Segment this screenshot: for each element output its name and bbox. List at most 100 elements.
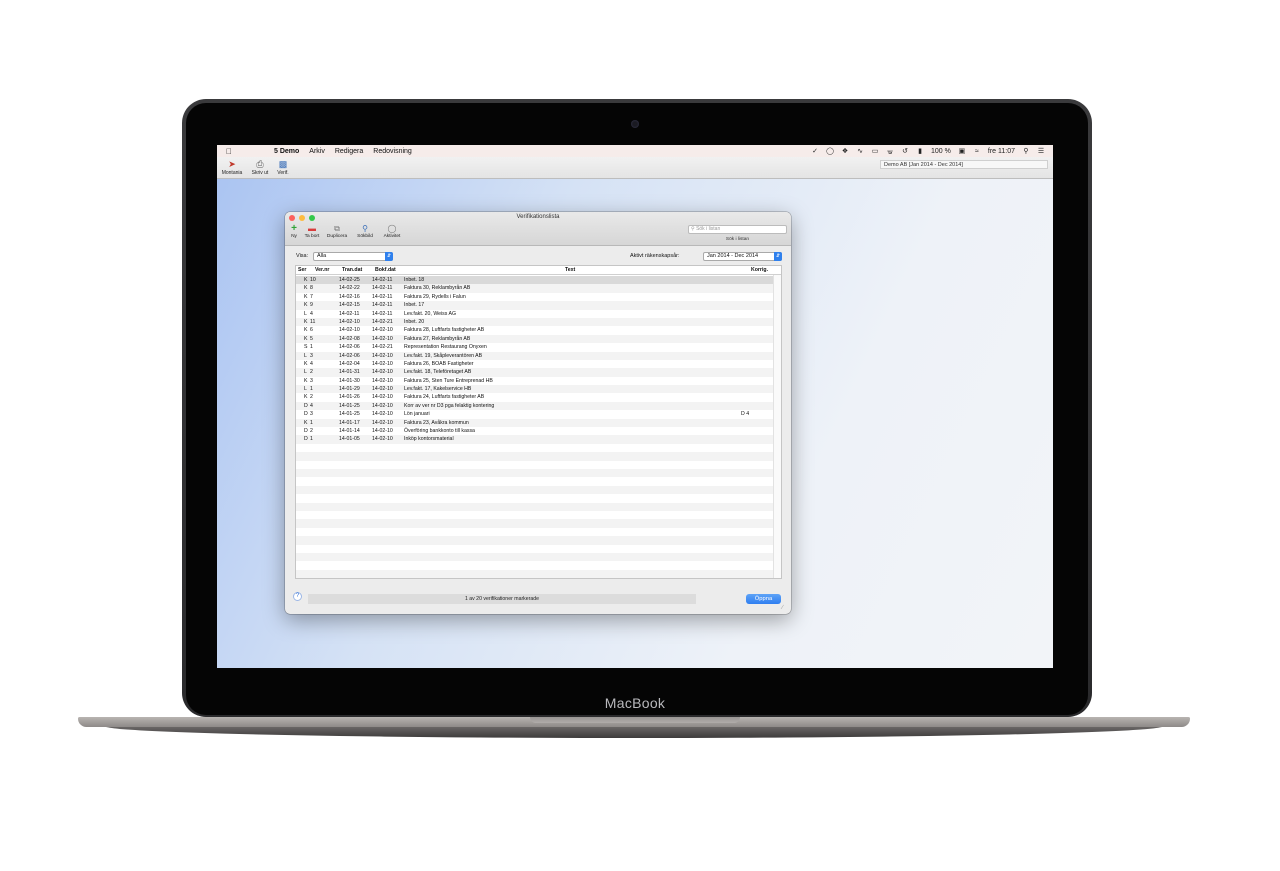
menu-app-name[interactable]: 5 Demo bbox=[274, 148, 299, 155]
cell-bokfdat: 14-02-21 bbox=[372, 344, 393, 351]
table-row[interactable]: S 1 14-02-06 14-02-21 Representation Restaur… bbox=[296, 343, 774, 351]
cell-vernr: 4 bbox=[310, 402, 313, 409]
empty-row bbox=[296, 477, 774, 485]
duplicate-label: Duplicera bbox=[326, 234, 348, 239]
montania-icon: ➤ bbox=[228, 159, 236, 169]
delete-button[interactable]: ▬ Ta bort bbox=[302, 224, 322, 239]
empty-row bbox=[296, 519, 774, 528]
table-row[interactable]: L 2 14-01-31 14-02-10 Lev.fakt. 18, Teleföre… bbox=[296, 368, 774, 377]
search-input[interactable]: ⚲ Sök i listan bbox=[688, 225, 787, 234]
menu-arkiv[interactable]: Arkiv bbox=[309, 148, 325, 155]
table-row[interactable]: L 1 14-01-29 14-02-10 Lev.fakt. 17, Kakelser… bbox=[296, 385, 774, 394]
new-button[interactable]: + Ny bbox=[288, 224, 300, 240]
check-circle-icon[interactable]: ✓ bbox=[811, 147, 819, 155]
open-button[interactable]: Öppna bbox=[746, 594, 781, 604]
table-row[interactable]: K 8 14-02-22 14-02-11 Faktura 30, Reklambyrå… bbox=[296, 284, 774, 293]
verif-label: Verif. bbox=[277, 170, 289, 176]
cell-trandat: 14-02-06 bbox=[339, 344, 360, 351]
lock-icon[interactable]: ◯ bbox=[826, 147, 834, 155]
cell-trandat: 14-01-26 bbox=[339, 394, 360, 401]
cell-bokfdat: 14-02-11 bbox=[372, 285, 393, 292]
table-row[interactable]: D 1 14-01-05 14-02-10 Inköp kontorsmaterial bbox=[296, 435, 774, 444]
duplicate-button[interactable]: ⧉ Duplicera bbox=[324, 224, 350, 239]
search-placeholder: Sök i listan bbox=[696, 226, 721, 232]
cell-trandat: 14-02-10 bbox=[339, 327, 360, 334]
activity-magnifier-icon: ◯ bbox=[387, 224, 397, 233]
table-row[interactable]: K 11 14-02-10 14-02-21 Inbet. 20 bbox=[296, 317, 774, 327]
print-button[interactable]: ⎙ Skriv ut bbox=[250, 159, 270, 176]
cell-bokfdat: 14-02-21 bbox=[372, 318, 393, 325]
col-ser[interactable]: Ser bbox=[298, 267, 306, 273]
vertical-scrollbar[interactable] bbox=[773, 275, 781, 578]
empty-row bbox=[296, 502, 774, 511]
cell-vernr: 3 bbox=[310, 352, 313, 359]
table-row[interactable]: K 3 14-01-30 14-02-10 Faktura 25, Sten Ture … bbox=[296, 377, 774, 385]
col-trandat[interactable]: Tran.dat bbox=[342, 267, 362, 273]
fiscal-year-value: Jan 2014 - Dec 2014 bbox=[707, 253, 759, 259]
table-row[interactable]: D 4 14-01-25 14-02-10 Korr av ver nr D3 pga … bbox=[296, 401, 774, 411]
cell-vernr: 2 bbox=[310, 369, 313, 376]
dropbox-icon[interactable]: ❖ bbox=[841, 147, 849, 155]
bluetooth-icon[interactable]: ᚗ bbox=[886, 147, 894, 155]
cell-bokfdat: 14-02-11 bbox=[372, 302, 393, 309]
clock[interactable]: fre 11:07 bbox=[988, 148, 1015, 155]
fiscal-year-select[interactable]: Jan 2014 - Dec 2014 ⇵ bbox=[703, 252, 782, 261]
printer-icon: ⎙ bbox=[256, 159, 264, 169]
help-icon[interactable]: ? bbox=[293, 592, 302, 601]
search-view-button[interactable]: ⚲ Sökbild bbox=[354, 224, 376, 239]
minus-icon: ▬ bbox=[308, 224, 316, 233]
montania-button[interactable]: ➤ Montania bbox=[221, 159, 243, 176]
table-row[interactable]: K 6 14-02-10 14-02-10 Faktura 28, Luftfarts … bbox=[296, 326, 774, 334]
table-row[interactable]: K 10 14-02-25 14-02-11 Inbet. 18 bbox=[296, 276, 774, 285]
verif-button[interactable]: ▩ Verif. bbox=[275, 159, 291, 176]
empty-row bbox=[296, 468, 774, 478]
table-row[interactable]: D 2 14-01-14 14-02-10 Överföring bankkonto t… bbox=[296, 427, 774, 435]
battery-percent[interactable]: 100 % bbox=[931, 148, 951, 155]
table-row[interactable]: K 2 14-01-26 14-02-10 Faktura 24, Luftfarts … bbox=[296, 393, 774, 401]
cell-ser: D bbox=[304, 411, 308, 418]
table-row[interactable]: K 9 14-02-15 14-02-11 Inbet. 17 bbox=[296, 301, 774, 310]
cell-bokfdat: 14-02-10 bbox=[372, 386, 393, 393]
resize-grip-icon[interactable]: ∕ bbox=[782, 605, 788, 611]
time-machine-icon[interactable]: ↺ bbox=[901, 147, 909, 155]
flag-icon[interactable]: ▣ bbox=[958, 147, 966, 155]
col-text[interactable]: Text bbox=[565, 267, 575, 273]
col-korrig[interactable]: Korrig. bbox=[751, 267, 768, 273]
cell-bokfdat: 14-02-10 bbox=[372, 352, 393, 359]
notification-center-icon[interactable]: ☰ bbox=[1037, 147, 1045, 155]
battery-icon[interactable]: ▮ bbox=[916, 147, 924, 155]
cell-vernr: 4 bbox=[310, 360, 313, 367]
spotlight-search-icon[interactable]: ⚲ bbox=[1022, 147, 1030, 155]
apple-icon[interactable]:  bbox=[226, 147, 236, 156]
duplicate-icon: ⧉ bbox=[334, 224, 340, 233]
cell-vernr: 6 bbox=[310, 327, 313, 334]
cell-text: Lev.fakt. 18, Teleföretaget AB bbox=[404, 369, 472, 376]
search-icon: ⚲ bbox=[691, 226, 695, 232]
cell-text: Faktura 28, Luftfarts fastigheter AB bbox=[404, 327, 485, 334]
cell-text: Inbet. 17 bbox=[404, 302, 425, 309]
visa-select[interactable]: Alla ⇵ bbox=[313, 252, 393, 261]
cell-bokfdat: 14-02-11 bbox=[372, 310, 393, 317]
cell-bokfdat: 14-02-10 bbox=[372, 411, 393, 418]
menu-redigera[interactable]: Redigera bbox=[335, 148, 363, 155]
col-bokfdat[interactable]: Bokf.dat bbox=[375, 267, 396, 273]
activity-button[interactable]: ◯ Aktivitet bbox=[380, 224, 404, 239]
table-row[interactable]: K 1 14-01-17 14-02-10 Faktura 23, Avåkra kom… bbox=[296, 418, 774, 428]
wifi-icon[interactable]: ≈ bbox=[973, 148, 981, 155]
book-icon: ▩ bbox=[278, 159, 288, 169]
menu-redovisning[interactable]: Redovisning bbox=[373, 148, 412, 155]
empty-row bbox=[296, 494, 774, 502]
cell-trandat: 14-01-25 bbox=[339, 402, 360, 409]
empty-row bbox=[296, 545, 774, 553]
table-row[interactable]: L 4 14-02-11 14-02-11 Lev.fakt. 20, Weiss AG bbox=[296, 310, 774, 318]
table-row[interactable]: D 3 14-01-25 14-02-10 Lön januari D 4 bbox=[296, 410, 774, 418]
table-row[interactable]: K 7 14-02-16 14-02-11 Faktura 29, Rydells i … bbox=[296, 293, 774, 301]
table-row[interactable]: K 5 14-02-08 14-02-10 Faktura 27, Reklambyrå… bbox=[296, 334, 774, 344]
col-vernr[interactable]: Ver.nr bbox=[315, 267, 329, 273]
activity-icon[interactable]: ∿ bbox=[856, 147, 864, 155]
table-row[interactable]: K 4 14-02-04 14-02-10 Faktura 26, BOAB Fasti… bbox=[296, 360, 774, 368]
laptop-base-bottom bbox=[104, 726, 1164, 738]
airplay-icon[interactable]: ▭ bbox=[871, 147, 879, 155]
table-row[interactable]: L 3 14-02-06 14-02-10 Lev.fakt. 19, Skåpleve… bbox=[296, 351, 774, 360]
cell-trandat: 14-01-30 bbox=[339, 377, 360, 384]
